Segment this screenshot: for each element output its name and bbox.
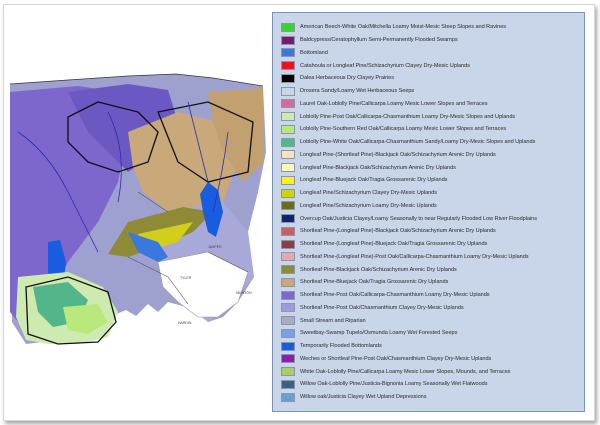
legend-item: Longleaf Pine-Blackjack Oak/Schizachyriu… bbox=[281, 161, 584, 174]
legend-swatch bbox=[281, 188, 295, 198]
legend-item: Loblolly Pine-Post Oak/Callicarpa-Chasma… bbox=[281, 110, 584, 123]
legend-item: Bottomland bbox=[281, 47, 584, 60]
legend-label: Longleaf Pine/Schizachyrium Loamy Dry-Me… bbox=[300, 202, 437, 209]
legend-label: American Beech-White Oak/Mitchella Loamy… bbox=[300, 24, 507, 31]
legend-swatch bbox=[281, 226, 295, 236]
legend-swatch bbox=[281, 48, 295, 58]
legend-item: Willow oak/Justicia Clayey Wet Upland De… bbox=[281, 391, 584, 404]
legend-label: Drosera Sandy/Loamy Wet Herbaceous Seeps bbox=[300, 88, 415, 95]
legend-label: Small Stream and Riparian bbox=[300, 317, 366, 324]
legend-item: Loblolly Pine-White Oak/Callicarpa-Chasm… bbox=[281, 136, 584, 149]
legend-label: Dalea Herbaceous Dry Clayey Prairies bbox=[300, 75, 394, 82]
legend-label: Longleaf Pine-(Shortleaf Pine)-Blackjack… bbox=[300, 151, 496, 158]
legend-label: Longleaf Pine-Blackjack Oak/Schizachyriu… bbox=[300, 164, 456, 171]
legend-item: Sweetbay-Swamp Tupelo/Osmunda Loamy Wet … bbox=[281, 327, 584, 340]
legend-label: Willow Oak-Loblolly Pine/Justicia-Bignon… bbox=[300, 381, 488, 388]
legend-swatch bbox=[281, 112, 295, 122]
legend-label: Laurel Oak-Loblolly Pine/Callicarpa Loam… bbox=[300, 100, 488, 107]
legend-item: Baldcypress/Ceratophyllum Semi-Permanent… bbox=[281, 34, 584, 47]
legend-item: Shortleaf Pine-(Longleaf Pine)-Post Oak/… bbox=[281, 251, 584, 264]
legend-swatch bbox=[281, 150, 295, 160]
legend-label: Shortleaf Pine-Blackjack Oak/Schizachyri… bbox=[300, 266, 457, 273]
legend-item: Catahoula or Longleaf Pine/Schizachyrium… bbox=[281, 59, 584, 72]
legend-swatch bbox=[281, 341, 295, 351]
legend-label: Loblolly Pine-Post Oak/Callicarpa-Chasma… bbox=[300, 113, 516, 120]
legend-item: Shortleaf Pine-Post Oak/Chasmanthium Cla… bbox=[281, 302, 584, 315]
legend-item: Shortleaf Pine-Blackjack Oak/Schizachyri… bbox=[281, 263, 584, 276]
legend-swatch bbox=[281, 86, 295, 96]
legend-swatch bbox=[281, 163, 295, 173]
legend-label: Shortleaf Pine-Post Oak/Chasmanthium Cla… bbox=[300, 304, 464, 311]
legend-item: Shortleaf Pine-(Longleaf Pine)-Blackjack… bbox=[281, 225, 584, 238]
legend-item: Longleaf Pine/Schizachyrium Clayey Dry-M… bbox=[281, 187, 584, 200]
legend-swatch bbox=[281, 201, 295, 211]
legend-label: Sweetbay-Swamp Tupelo/Osmunda Loamy Wet … bbox=[300, 330, 458, 337]
map-label-jasper: JASPER bbox=[208, 245, 222, 249]
legend-label: Loblolly Pine-Southern Red Oak/Callicarp… bbox=[300, 126, 507, 133]
legend-swatch bbox=[281, 303, 295, 313]
legend-item: White Oak-Loblolly Pine/Callicarpa Loamy… bbox=[281, 365, 584, 378]
legend-swatch bbox=[281, 379, 295, 389]
legend-label: Shortleaf Pine-Post Oak/Callicarpa-Chasm… bbox=[300, 292, 490, 299]
legend-swatch bbox=[281, 214, 295, 224]
legend-label: Loblolly Pine-White Oak/Callicarpa-Chasm… bbox=[300, 139, 536, 146]
map-label-newton: NEWTON bbox=[236, 291, 252, 295]
legend-item: Longleaf Pine-(Shortleaf Pine)-Blackjack… bbox=[281, 149, 584, 162]
legend-swatch bbox=[281, 175, 295, 185]
legend-swatch bbox=[281, 61, 295, 71]
map-label-tyler: TYLER bbox=[180, 276, 192, 280]
legend-label: White Oak-Loblolly Pine/Callicarpa Loamy… bbox=[300, 368, 511, 375]
ecological-map: TYLER JASPER HARDIN NEWTON bbox=[9, 73, 266, 345]
legend-swatch bbox=[281, 277, 295, 287]
legend-swatch bbox=[281, 265, 295, 275]
legend-swatch bbox=[281, 239, 295, 249]
legend-item: Small Stream and Riparian bbox=[281, 314, 584, 327]
legend-swatch bbox=[281, 316, 295, 326]
legend-swatch bbox=[281, 22, 295, 32]
legend-swatch bbox=[281, 124, 295, 134]
legend-label: Willow oak/Justicia Clayey Wet Upland De… bbox=[300, 394, 427, 401]
legend-item: Shortleaf Pine-(Longleaf Pine)-Bluejack … bbox=[281, 238, 584, 251]
legend-swatch bbox=[281, 328, 295, 338]
legend-swatch bbox=[281, 137, 295, 147]
legend-label: Temporarily Flooded Bottomlands bbox=[300, 343, 382, 350]
legend-swatch bbox=[281, 354, 295, 364]
map-legend: American Beech-White Oak/Mitchella Loamy… bbox=[272, 12, 585, 412]
legend-label: Weches or Shortleaf Pine-Post Oak/Chasma… bbox=[300, 355, 492, 362]
map-label-hardin: HARDIN bbox=[178, 321, 192, 325]
legend-swatch bbox=[281, 392, 295, 402]
legend-item: Loblolly Pine-Southern Red Oak/Callicarp… bbox=[281, 123, 584, 136]
legend-item: American Beech-White Oak/Mitchella Loamy… bbox=[281, 21, 584, 34]
legend-item: Willow Oak-Loblolly Pine/Justicia-Bignon… bbox=[281, 378, 584, 391]
legend-label: Catahoula or Longleaf Pine/Schizachyrium… bbox=[300, 62, 470, 69]
legend-swatch bbox=[281, 99, 295, 109]
legend-item: Longleaf Pine/Schizachyrium Loamy Dry-Me… bbox=[281, 200, 584, 213]
legend-item: Dalea Herbaceous Dry Clayey Prairies bbox=[281, 72, 584, 85]
legend-item: Drosera Sandy/Loamy Wet Herbaceous Seeps bbox=[281, 85, 584, 98]
legend-label: Baldcypress/Ceratophyllum Semi-Permanent… bbox=[300, 37, 458, 44]
legend-label: Longleaf Pine-Bluejack Oak/Tragia Grossa… bbox=[300, 177, 448, 184]
legend-item: Longleaf Pine-Bluejack Oak/Tragia Grossa… bbox=[281, 174, 584, 187]
legend-label: Shortleaf Pine-(Longleaf Pine)-Blackjack… bbox=[300, 228, 496, 235]
legend-swatch bbox=[281, 35, 295, 45]
legend-item: Overcup Oak/Justicia Clayey/Loamy Season… bbox=[281, 212, 584, 225]
legend-swatch bbox=[281, 73, 295, 83]
legend-item: Laurel Oak-Loblolly Pine/Callicarpa Loam… bbox=[281, 98, 584, 111]
legend-item: Temporarily Flooded Bottomlands bbox=[281, 340, 584, 353]
legend-item: Shortleaf Pine-Bluejack Oak/Tragia Gross… bbox=[281, 276, 584, 289]
legend-label: Shortleaf Pine-(Longleaf Pine)-Post Oak/… bbox=[300, 253, 529, 260]
legend-label: Overcup Oak/Justicia Clayey/Loamy Season… bbox=[300, 215, 537, 222]
legend-item: Shortleaf Pine-Post Oak/Callicarpa-Chasm… bbox=[281, 289, 584, 302]
legend-label: Shortleaf Pine-Bluejack Oak/Tragia Gross… bbox=[300, 279, 449, 286]
legend-label: Longleaf Pine/Schizachyrium Clayey Dry-M… bbox=[300, 190, 437, 197]
legend-swatch bbox=[281, 367, 295, 377]
legend-swatch bbox=[281, 252, 295, 262]
legend-label: Bottomland bbox=[300, 49, 328, 56]
legend-label: Shortleaf Pine-(Longleaf Pine)-Bluejack … bbox=[300, 241, 488, 248]
legend-swatch bbox=[281, 290, 295, 300]
legend-item: Weches or Shortleaf Pine-Post Oak/Chasma… bbox=[281, 353, 584, 366]
